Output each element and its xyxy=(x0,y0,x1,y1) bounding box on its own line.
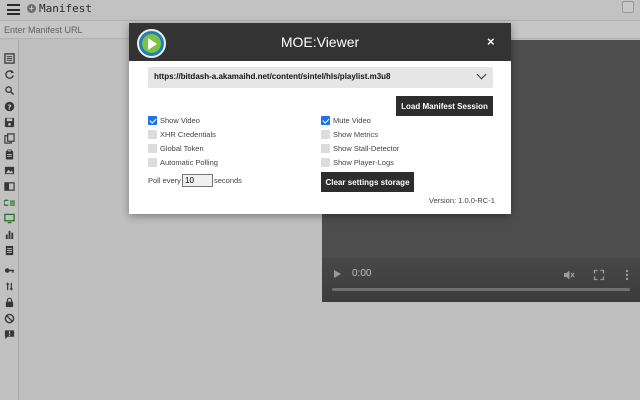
checkbox-checked[interactable] xyxy=(148,116,157,125)
checkbox-checked[interactable] xyxy=(321,116,330,125)
clear-settings-storage-button[interactable]: Clear settings storage xyxy=(321,172,414,192)
dialog-title: MOE:Viewer xyxy=(280,34,360,50)
checkbox-label: Mute Video xyxy=(333,116,371,125)
poll-prefix-label: Poll every xyxy=(148,176,181,185)
checkbox-unchecked[interactable] xyxy=(321,144,330,153)
checkbox-label: Show Metrics xyxy=(333,130,379,139)
checkbox-label: Global Token xyxy=(160,144,204,153)
checkbox-unchecked[interactable] xyxy=(148,158,157,167)
checkbox-unchecked[interactable] xyxy=(321,158,330,167)
checkbox-unchecked[interactable] xyxy=(321,130,330,139)
chevron-down-icon xyxy=(476,69,487,80)
checkbox-label: XHR Credentials xyxy=(160,130,216,139)
load-manifest-session-button[interactable]: Load Manifest Session xyxy=(396,96,493,116)
close-icon[interactable]: × xyxy=(487,34,495,49)
poll-interval-input[interactable] xyxy=(182,174,213,187)
checkbox-label: Show Stall-Detector xyxy=(333,144,400,153)
poll-suffix-label: seconds xyxy=(214,176,242,185)
dialog-header: MOE:Viewer × xyxy=(129,23,511,61)
checkbox-label: Show Video xyxy=(160,116,200,125)
manifest-url-select[interactable]: https://bitdash-a.akamaihd.net/content/s… xyxy=(148,67,493,88)
checkbox-label: Automatic Polling xyxy=(160,158,218,167)
settings-dialog: MOE:Viewer × https://bitdash-a.akamaihd.… xyxy=(129,23,511,214)
checkbox-unchecked[interactable] xyxy=(148,144,157,153)
version-label: Version: 1.0.0-RC-1 xyxy=(429,196,495,205)
checkbox-label: Show Player-Logs xyxy=(333,158,394,167)
checkbox-unchecked[interactable] xyxy=(148,130,157,139)
selected-manifest-url: https://bitdash-a.akamaihd.net/content/s… xyxy=(154,72,391,81)
